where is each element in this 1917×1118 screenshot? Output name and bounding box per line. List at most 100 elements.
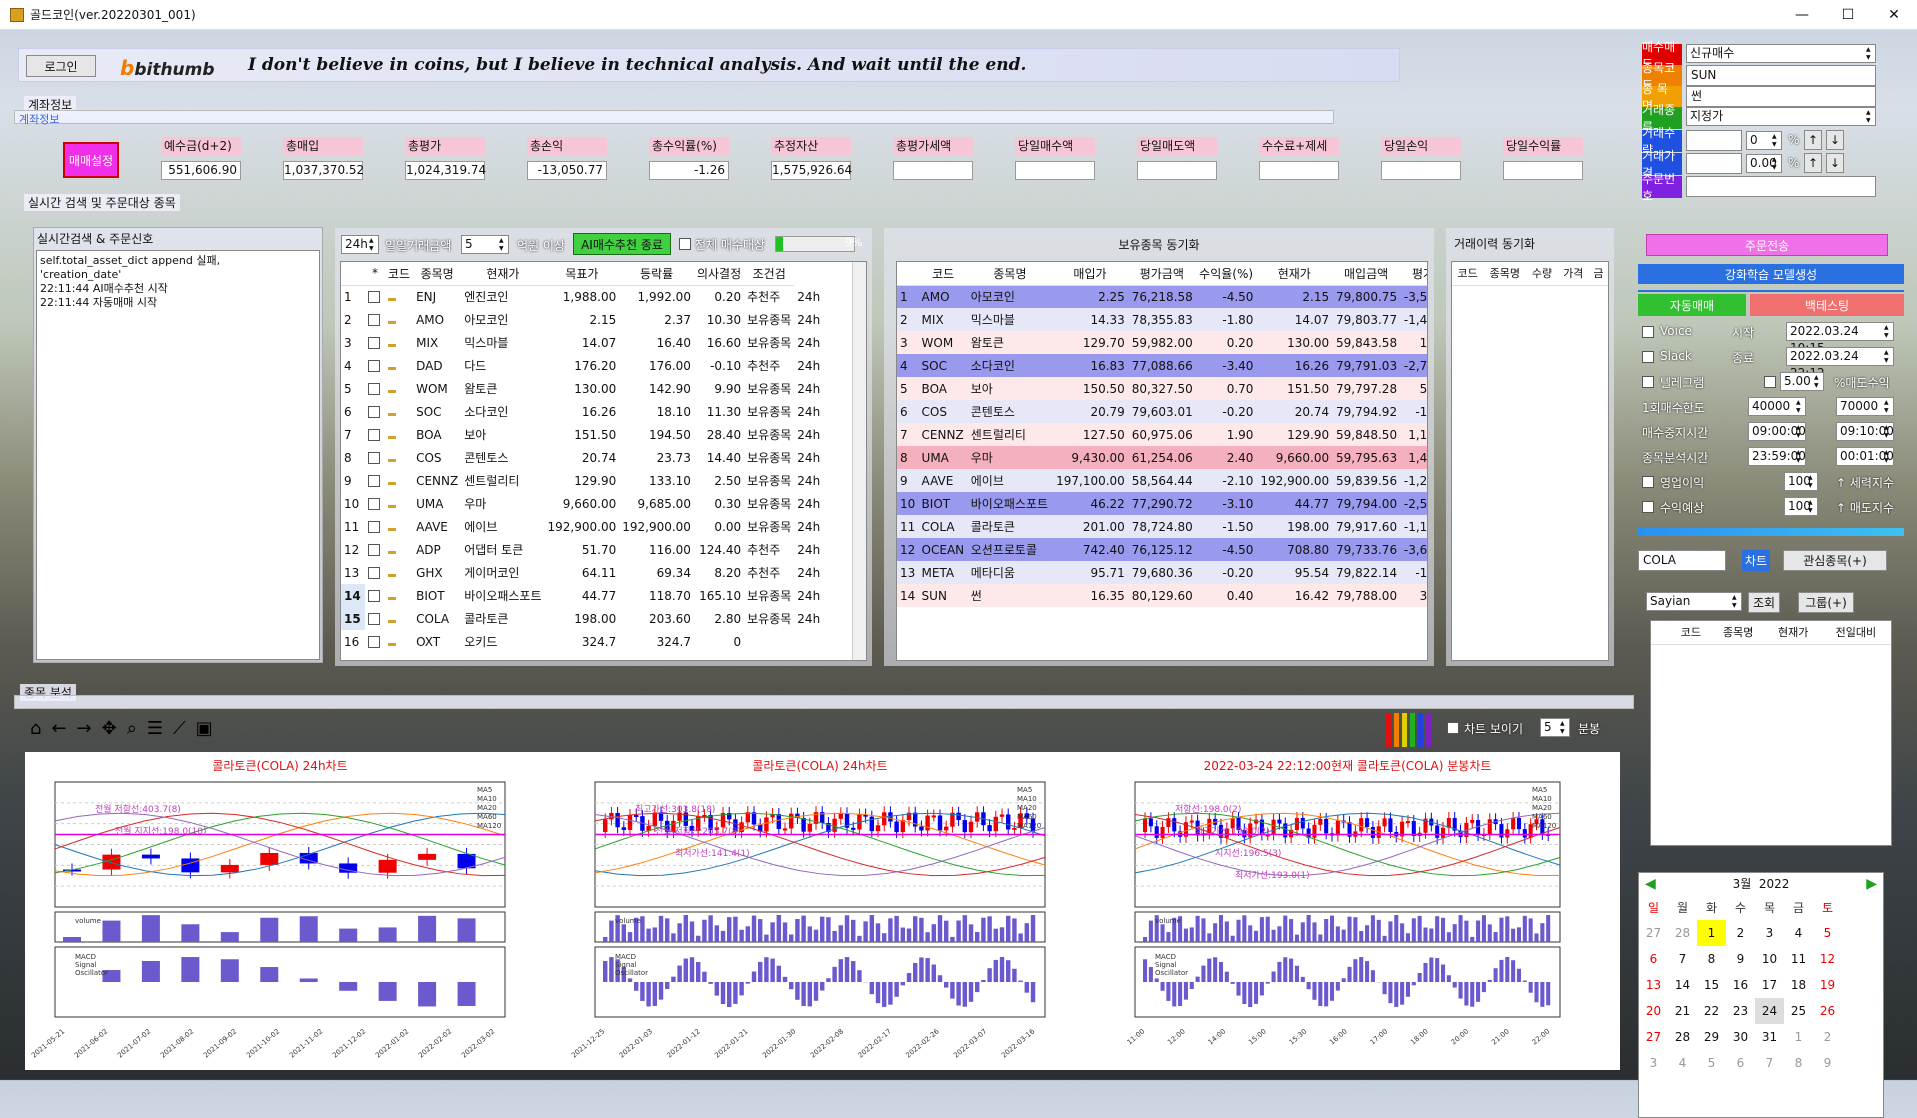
calendar-day[interactable]: 3 xyxy=(1639,1050,1668,1076)
expected-profit-checkbox[interactable] xyxy=(1642,501,1654,513)
calendar-day[interactable]: 9 xyxy=(1726,946,1755,972)
column-header[interactable]: 평가금액 xyxy=(1128,262,1196,285)
column-header[interactable]: 종목명 xyxy=(1711,621,1766,644)
row-checkbox[interactable] xyxy=(365,492,385,515)
column-header[interactable]: 수익율(%) xyxy=(1196,262,1257,285)
order-amount-input[interactable] xyxy=(1686,130,1742,151)
calendar-day[interactable]: 14 xyxy=(1668,972,1697,998)
calendar-month[interactable]: 3월 2022 xyxy=(1733,875,1790,892)
order-price-input[interactable]: 0.00 xyxy=(1746,154,1782,173)
table-row[interactable]: 2AMO아모코인2.152.3710.30보유종목24h xyxy=(341,308,851,331)
calendar-day[interactable]: 10 xyxy=(1755,946,1784,972)
calendar-day[interactable]: 19 xyxy=(1813,972,1842,998)
calendar-day[interactable]: 7 xyxy=(1668,946,1697,972)
calendar-day[interactable]: 28 xyxy=(1668,920,1697,946)
login-button[interactable]: 로그인 xyxy=(26,55,96,77)
table-row[interactable]: 11COLA콜라토큰201.0078,724.80-1.50198.0079,9… xyxy=(897,515,1428,538)
column-header[interactable]: 매입금액 xyxy=(1332,262,1400,285)
minimize-button[interactable]: — xyxy=(1779,0,1825,30)
row-checkbox[interactable] xyxy=(365,561,385,584)
table-row[interactable]: 14BIOT바이오패스포트44.77118.70165.10보유종목24h xyxy=(341,584,851,607)
show-chart-checkbox[interactable] xyxy=(1447,722,1459,734)
row-checkbox[interactable] xyxy=(365,285,385,308)
chart-button[interactable]: 차트 xyxy=(1742,550,1770,571)
table-row[interactable]: 13META메타디움95.7179,680.36-0.2095.5479,822… xyxy=(897,561,1428,584)
calendar-day[interactable]: 13 xyxy=(1639,972,1668,998)
calendar-day[interactable]: 18 xyxy=(1784,972,1813,998)
column-header[interactable]: 코드 xyxy=(919,262,968,285)
calendar-day[interactable]: 15 xyxy=(1697,972,1726,998)
table-row[interactable]: 3WOM왐토큰129.7059,982.000.20130.0059,843.5… xyxy=(897,331,1428,354)
calendar-day[interactable]: 8 xyxy=(1784,1050,1813,1076)
telegram-checkbox[interactable] xyxy=(1642,376,1654,388)
column-header[interactable]: 매입가 xyxy=(1052,262,1128,285)
table-row[interactable]: 4SOC소다코인16.8377,088.66-3.4016.2679,791.0… xyxy=(897,354,1428,377)
start-datetime[interactable]: 2022.03.24 10:15 xyxy=(1786,322,1894,341)
order-type-field[interactable]: 지정가 xyxy=(1686,107,1876,126)
calendar-day[interactable]: 30 xyxy=(1726,1024,1755,1050)
column-header[interactable]: 수량 xyxy=(1526,262,1557,285)
table-row[interactable]: 11AAVE에이브192,900.00192,900.000.00보유종목24h xyxy=(341,515,851,538)
table-row[interactable]: 15COLA콜라토큰198.00203.602.80보유종목24h xyxy=(341,607,851,630)
group-add-button[interactable]: 그룹(+) xyxy=(1798,592,1854,613)
table-row[interactable]: 5WOM왐토큰130.00142.909.90보유종목24h xyxy=(341,377,851,400)
calendar-day[interactable]: 21 xyxy=(1668,998,1697,1024)
table-row[interactable]: 1AMO아모코인2.2576,218.58-4.502.1579,800.75-… xyxy=(897,285,1428,308)
scan-scrollbar[interactable] xyxy=(852,262,866,660)
up-arrow-icon[interactable]: ↑ xyxy=(1804,130,1822,150)
table-row[interactable]: 7BOA보아151.50194.5028.40보유종목24h xyxy=(341,423,851,446)
order-amount-input[interactable] xyxy=(1686,153,1742,174)
chart-code-input[interactable]: COLA xyxy=(1638,550,1726,571)
column-header[interactable]: 평가손 xyxy=(1400,262,1428,285)
column-header[interactable]: 등락률 xyxy=(619,262,694,285)
query-button[interactable]: 조회 xyxy=(1748,592,1780,613)
table-row[interactable]: 7CENNZ센트럴리티127.5060,975.061.90129.9059,8… xyxy=(897,423,1428,446)
column-header[interactable]: 금 xyxy=(1589,262,1608,285)
pan-icon[interactable]: ✥ xyxy=(102,718,117,739)
table-row[interactable]: 10BIOT바이오패스포트46.2277,290.72-3.1044.7779,… xyxy=(897,492,1428,515)
calendar-day[interactable]: 27 xyxy=(1639,920,1668,946)
calendar-day[interactable]: 26 xyxy=(1813,998,1842,1024)
home-icon[interactable]: ⌂ xyxy=(30,718,41,739)
back-icon[interactable]: ← xyxy=(51,718,66,739)
up-arrow-icon[interactable]: ↑ xyxy=(1804,153,1822,173)
row-checkbox[interactable] xyxy=(365,469,385,492)
once-limit-max[interactable]: 70000 xyxy=(1836,397,1894,416)
group-select[interactable]: Sayian xyxy=(1646,592,1742,611)
column-header[interactable]: 가격 xyxy=(1558,262,1589,285)
column-header[interactable]: 종목명 xyxy=(1483,262,1526,285)
column-header[interactable] xyxy=(897,262,919,285)
next-month-icon[interactable]: ▶ xyxy=(1866,876,1877,892)
table-row[interactable]: 3MIX믹스마블14.0716.4016.60보유종목24h xyxy=(341,331,851,354)
calendar-day[interactable]: 23 xyxy=(1726,998,1755,1024)
rl-model-button[interactable]: 강화학습 모델생성 xyxy=(1638,264,1904,284)
column-header[interactable]: 종목명 xyxy=(413,262,461,285)
column-header[interactable]: * xyxy=(365,262,385,285)
column-header[interactable]: 현재가 xyxy=(461,262,544,285)
trade-setting-button[interactable]: 매매설정 xyxy=(63,142,119,178)
row-checkbox[interactable] xyxy=(365,607,385,630)
calendar-day[interactable]: 1 xyxy=(1784,1024,1813,1050)
order-name-field[interactable]: 썬 xyxy=(1686,86,1876,107)
calendar-day[interactable]: 5 xyxy=(1813,920,1842,946)
row-checkbox[interactable] xyxy=(365,446,385,469)
row-checkbox[interactable] xyxy=(365,423,385,446)
calendar-day[interactable]: 3 xyxy=(1755,920,1784,946)
table-row[interactable]: 9AAVE에이브197,100.0058,564.44-2.10192,900.… xyxy=(897,469,1428,492)
zoom-icon[interactable]: ⌕ xyxy=(127,718,137,739)
column-header[interactable]: 종목명 xyxy=(968,262,1052,285)
all-buy-checkbox[interactable] xyxy=(679,238,691,250)
table-row[interactable]: 4DAD다드176.20176.00-0.10추천주24h xyxy=(341,354,851,377)
calendar-day[interactable]: 9 xyxy=(1813,1050,1842,1076)
calendar-day[interactable]: 6 xyxy=(1639,946,1668,972)
order-code-field[interactable]: SUN xyxy=(1686,65,1876,86)
forward-icon[interactable]: → xyxy=(77,718,92,739)
table-row[interactable]: 1ENJ엔진코인1,988.001,992.000.20추천주24h xyxy=(341,285,851,308)
column-header[interactable]: 코드 xyxy=(385,262,413,285)
order-qty-input[interactable]: 0 xyxy=(1746,131,1782,150)
column-header[interactable]: 코드 xyxy=(1452,262,1483,285)
row-checkbox[interactable] xyxy=(365,538,385,561)
calendar-day[interactable]: 28 xyxy=(1668,1024,1697,1050)
configure-icon[interactable]: ☰ xyxy=(147,718,163,739)
calendar-day[interactable]: 7 xyxy=(1755,1050,1784,1076)
